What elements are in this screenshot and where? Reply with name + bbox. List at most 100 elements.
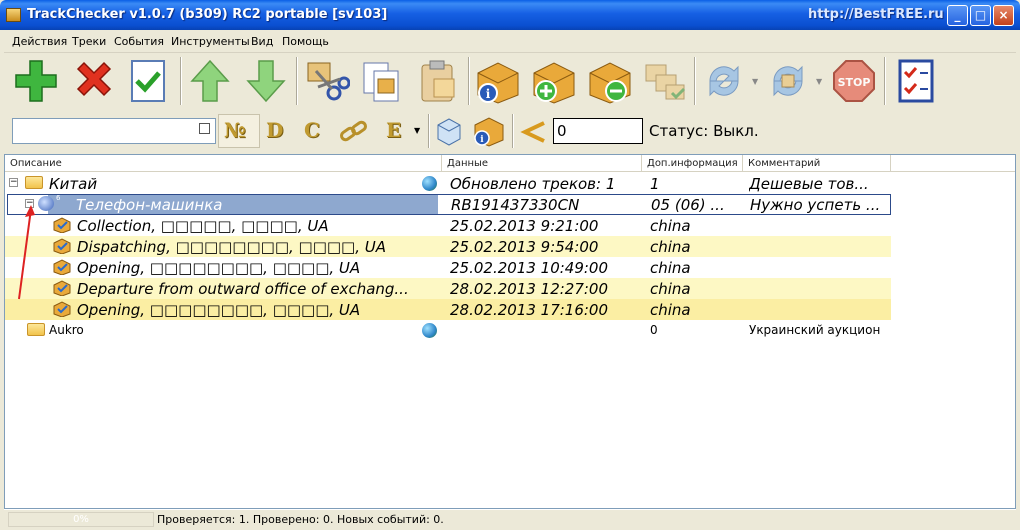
folder-icon	[27, 323, 45, 336]
tree-row-event[interactable]: Departure from outward office of exchang…	[5, 278, 891, 299]
stop-icon[interactable]: STOP	[830, 57, 878, 105]
toolbar-separator	[694, 57, 696, 105]
row-data: 25.02.2013 10:49:00	[450, 259, 609, 277]
package-event-icon	[53, 301, 71, 317]
row-description: Collection, □□□□□, □□□□, UA	[77, 217, 329, 235]
menu-help[interactable]: Помощь	[282, 35, 329, 48]
less-than-icon[interactable]	[520, 120, 548, 144]
row-data: RB191437330CN	[451, 196, 580, 214]
number-filter-icon: №	[224, 118, 246, 142]
app-icon	[6, 8, 21, 22]
package-event-icon	[53, 259, 71, 275]
menu-events[interactable]: События	[114, 35, 164, 48]
row-info: 1	[650, 175, 660, 193]
row-description: Телефон-машинка	[76, 196, 223, 214]
row-description: Departure from outward office of exchang…	[77, 280, 409, 298]
refresh-dropdown-icon[interactable]: ▼	[752, 77, 758, 86]
copy-icon[interactable]	[358, 57, 406, 105]
toolbar-separator	[428, 114, 430, 148]
delete-icon[interactable]	[70, 57, 118, 105]
site-watermark: http://BestFREE.ru	[808, 7, 944, 22]
search-input[interactable]	[12, 118, 216, 144]
column-header-description[interactable]: Описание	[5, 155, 442, 172]
tree-row-event[interactable]: Opening, □□□□□□□□, □□□□, UA 25.02.2013 1…	[5, 257, 891, 278]
days-input[interactable]: 0	[553, 118, 643, 144]
refresh-icon[interactable]	[700, 57, 748, 105]
status-bar: 0% Проверяется: 1. Проверено: 0. Новых с…	[4, 509, 1016, 530]
packages-icon[interactable]	[642, 57, 690, 105]
row-data: 25.02.2013 9:21:00	[450, 217, 599, 235]
row-info: china	[650, 280, 691, 298]
row-description: Китай	[49, 175, 98, 193]
menu-actions[interactable]: Действия	[12, 35, 67, 48]
collapse-icon[interactable]: −	[9, 178, 18, 187]
refresh-all-dropdown-icon[interactable]: ▼	[816, 77, 822, 86]
column-header-data[interactable]: Данные	[442, 155, 642, 172]
maximize-button[interactable]: □	[970, 5, 991, 26]
row-data: 28.02.2013 17:16:00	[450, 301, 609, 319]
menu-view[interactable]: Вид	[251, 35, 273, 48]
row-info: china	[650, 217, 691, 235]
refresh-all-icon[interactable]	[764, 57, 812, 105]
toolbar-separator	[884, 57, 886, 105]
toolbar-separator	[180, 57, 182, 105]
row-description: Aukro	[49, 323, 84, 337]
checklist-icon[interactable]	[892, 57, 940, 105]
search-checkbox[interactable]	[199, 123, 210, 134]
title-bar: TrackChecker v1.0.7 (b309) RC2 portable …	[0, 0, 1020, 30]
column-header-info[interactable]: Доп.информация	[642, 155, 743, 172]
new-events-badge: 6	[56, 194, 61, 202]
track-status-icon	[38, 196, 54, 211]
row-comment: Украинский аукцион	[749, 323, 881, 337]
check-document-icon[interactable]	[124, 57, 172, 105]
package-add-icon[interactable]	[530, 57, 578, 105]
toolbar-separator	[296, 57, 298, 105]
extra-filter-icon[interactable]: E	[386, 118, 401, 142]
row-info: china	[650, 238, 691, 256]
close-button[interactable]: ×	[993, 5, 1014, 26]
row-data: 25.02.2013 9:54:00	[450, 238, 599, 256]
arrow-down-icon[interactable]	[242, 57, 290, 105]
package-info-small-icon[interactable]: i	[472, 115, 506, 147]
arrow-up-icon[interactable]	[186, 57, 234, 105]
menu-tracks[interactable]: Треки	[72, 35, 106, 48]
toolbar-separator	[468, 57, 470, 105]
package-event-icon	[53, 280, 71, 296]
link-filter-icon[interactable]	[338, 118, 370, 146]
paste-icon[interactable]	[414, 57, 462, 105]
tree-row-event[interactable]: Opening, □□□□□□□□, □□□□, UA 28.02.2013 1…	[5, 299, 891, 320]
globe-icon	[422, 176, 437, 191]
package-info-icon[interactable]: i	[474, 57, 522, 105]
tracks-list[interactable]: Описание Данные Доп.информация Комментар…	[4, 154, 1016, 509]
date-filter-icon[interactable]: D	[266, 118, 283, 142]
comment-filter-icon[interactable]: C	[304, 118, 320, 142]
cut-icon[interactable]	[302, 57, 350, 105]
column-header-comment[interactable]: Комментарий	[743, 155, 891, 172]
status-message: Проверяется: 1. Проверено: 0. Новых собы…	[157, 513, 444, 526]
status-text: Статус: Выкл.	[649, 122, 759, 140]
add-icon[interactable]	[12, 57, 60, 105]
menu-bar: Действия Треки События Инструменты Вид П…	[4, 30, 1016, 53]
row-comment: Дешевые тов...	[749, 175, 869, 193]
row-data: 28.02.2013 12:27:00	[450, 280, 609, 298]
annotation-arrow-icon	[18, 205, 35, 300]
row-comment: Нужно успеть ...	[750, 196, 881, 214]
column-headers: Описание Данные Доп.информация Комментар…	[5, 155, 1015, 172]
menu-tools[interactable]: Инструменты	[171, 35, 250, 48]
tree-row-event[interactable]: Dispatching, □□□□□□□□, □□□□, UA 25.02.20…	[5, 236, 891, 257]
toolbar-separator	[512, 114, 514, 148]
filter-dropdown-icon[interactable]: ▼	[414, 126, 420, 135]
sort-box-icon[interactable]	[434, 116, 464, 146]
tree-row-group-aukro[interactable]: Aukro 0 Украинский аукцион	[5, 320, 891, 341]
tree-row-track-selected[interactable]: − 6 Телефон-машинка RB191437330CN 05 (06…	[7, 194, 891, 215]
row-description: Opening, □□□□□□□□, □□□□, UA	[77, 259, 361, 277]
row-info: 0	[650, 323, 658, 337]
filter-toolbar: № D C E ▼ i 0 Статус: Выкл.	[4, 112, 1016, 152]
row-description: Opening, □□□□□□□□, □□□□, UA	[77, 301, 361, 319]
tree-row-group-china[interactable]: − Китай Обновлено треков: 1 1 Дешевые то…	[5, 173, 891, 194]
tree-row-event[interactable]: Collection, □□□□□, □□□□, UA 25.02.2013 9…	[5, 215, 891, 236]
package-remove-icon[interactable]	[586, 57, 634, 105]
minimize-button[interactable]: _	[947, 5, 968, 26]
package-event-icon	[53, 217, 71, 233]
svg-text:i: i	[480, 135, 484, 145]
